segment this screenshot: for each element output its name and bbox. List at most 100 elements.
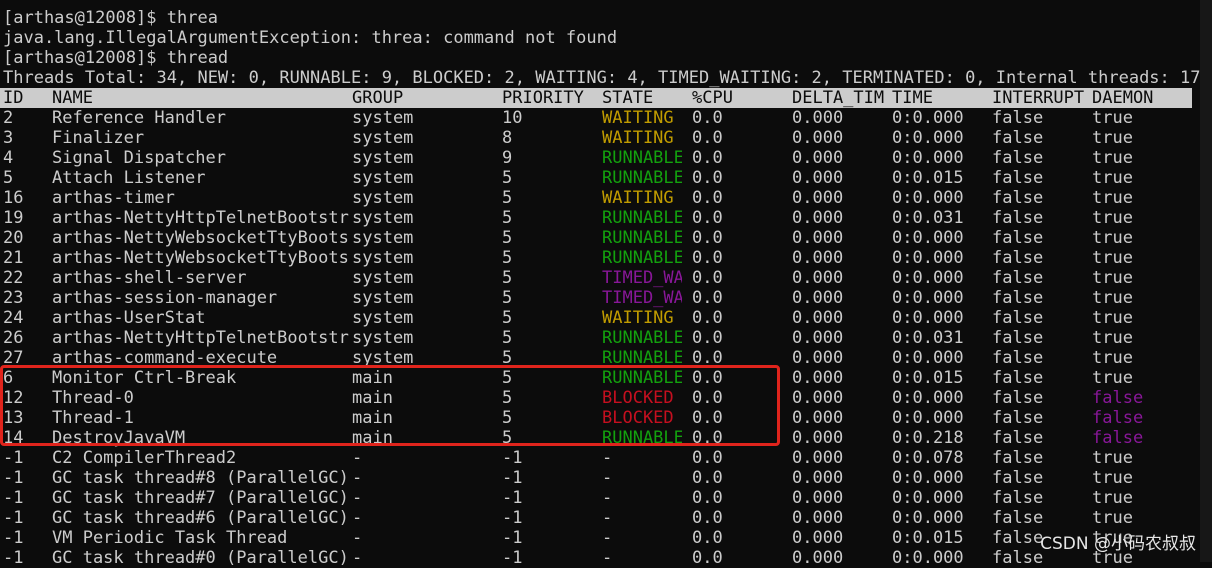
cell-priority: -1 — [502, 488, 523, 508]
cell-interrupt: false — [992, 448, 1044, 468]
cell-time: 0:0.000 — [892, 148, 964, 168]
cell-daemon: true — [1092, 128, 1133, 148]
cell-id: 19 — [3, 208, 24, 228]
cell-priority: 8 — [502, 128, 513, 148]
cell-cpu: 0.0 — [692, 108, 723, 128]
cell-cpu: 0.0 — [692, 288, 723, 308]
cell-interrupt: false — [992, 148, 1044, 168]
cell-id: 22 — [3, 268, 24, 288]
cell-cpu: 0.0 — [692, 328, 723, 348]
cell-interrupt: false — [992, 368, 1044, 388]
cell-delta-time: 0.000 — [792, 428, 844, 448]
table-row: -1 GC task thread#7 (ParallelGC) - -1-0.0 0.… — [0, 488, 1192, 508]
cell-priority: 5 — [502, 208, 513, 228]
cell-id: 2 — [3, 108, 14, 128]
cell-interrupt: false — [992, 248, 1044, 268]
header-id: ID — [3, 88, 24, 108]
cell-interrupt: false — [992, 168, 1044, 188]
cell-group: system — [352, 308, 414, 328]
cell-cpu: 0.0 — [692, 168, 723, 188]
cell-daemon: true — [1092, 328, 1133, 348]
cell-daemon: true — [1092, 148, 1133, 168]
cell-interrupt: false — [992, 468, 1044, 488]
cell-name: C2 CompilerThread2 — [52, 448, 237, 468]
threads-summary: Threads Total: 34, NEW: 0, RUNNABLE: 9, … — [3, 68, 1201, 88]
header-group: GROUP — [352, 88, 404, 108]
cell-interrupt: false — [992, 348, 1044, 368]
cell-time: 0:0.000 — [892, 308, 964, 328]
cell-time: 0:0.031 — [892, 208, 964, 228]
cell-interrupt: false — [992, 388, 1044, 408]
cell-id: 21 — [3, 248, 24, 268]
cell-daemon: false — [1092, 428, 1144, 448]
cell-priority: -1 — [502, 448, 523, 468]
cell-name: Attach Listener — [52, 168, 206, 188]
cell-delta-time: 0.000 — [792, 128, 844, 148]
cell-interrupt: false — [992, 268, 1044, 288]
cell-id: 24 — [3, 308, 24, 328]
cell-name: arthas-NettyHttpTelnetBootstr — [52, 328, 349, 348]
scrollbar[interactable] — [1200, 0, 1212, 562]
cell-delta-time: 0.000 — [792, 248, 844, 268]
cell-group: system — [352, 268, 414, 288]
cell-interrupt: false — [992, 428, 1044, 448]
cell-name: arthas-session-manager — [52, 288, 278, 308]
cell-daemon: false — [1092, 408, 1144, 428]
cell-id: 16 — [3, 188, 24, 208]
cell-priority: 10 — [502, 108, 523, 128]
table-row: 19 arthas-NettyHttpTelnetBootstr system 5 RU… — [0, 208, 1192, 228]
cell-group: system — [352, 288, 414, 308]
cell-time: 0:0.031 — [892, 328, 964, 348]
cell-time: 0:0.015 — [892, 528, 964, 548]
cell-interrupt: false — [992, 208, 1044, 228]
cell-cpu: 0.0 — [692, 208, 723, 228]
cell-time: 0:0.000 — [892, 128, 964, 148]
cell-priority: 5 — [502, 248, 513, 268]
cell-delta-time: 0.000 — [792, 528, 844, 548]
cell-delta-time: 0.000 — [792, 108, 844, 128]
cell-cpu: 0.0 — [692, 248, 723, 268]
cell-state: RUNNABLE — [602, 248, 682, 268]
cell-time: 0:0.000 — [892, 408, 964, 428]
cell-time: 0:0.000 — [892, 468, 964, 488]
cell-group: - — [352, 448, 363, 468]
terminal-window[interactable]: [arthas@12008]$ threa java.lang.IllegalA… — [0, 0, 1201, 568]
cell-delta-time: 0.000 — [792, 168, 844, 188]
table-row: 5 Attach Listener system 5 RUNNABLE 0.0 0.000 0… — [0, 168, 1192, 188]
cell-id: -1 — [3, 528, 24, 548]
cell-cpu: 0.0 — [692, 468, 723, 488]
table-row: 3 Finalizer system 8 WAITING 0.0 0.000 0:0.000 f… — [0, 128, 1192, 148]
table-row: -1 GC task thread#6 (ParallelGC) - -1-0.0 0.… — [0, 508, 1192, 528]
cell-id: 23 — [3, 288, 24, 308]
cell-daemon: true — [1092, 108, 1133, 128]
cell-name: VM Periodic Task Thread — [52, 528, 288, 548]
cell-id: 26 — [3, 328, 24, 348]
prompt-line: [arthas@12008]$ threa — [3, 8, 218, 28]
cell-delta-time: 0.000 — [792, 348, 844, 368]
error-line: java.lang.IllegalArgumentException: thre… — [3, 28, 618, 48]
cell-delta-time: 0.000 — [792, 328, 844, 348]
cell-daemon: true — [1092, 268, 1133, 288]
header-priority: PRIORITY — [502, 88, 584, 108]
cell-priority: 5 — [502, 328, 513, 348]
cell-delta-time: 0.000 — [792, 368, 844, 388]
cell-delta-time: 0.000 — [792, 208, 844, 228]
cell-state: - — [602, 448, 613, 468]
cell-interrupt: false — [992, 288, 1044, 308]
cell-delta-time: 0.000 — [792, 148, 844, 168]
header-cpu: %CPU — [692, 88, 733, 108]
cell-delta-time: 0.000 — [792, 268, 844, 288]
cell-priority: 5 — [502, 228, 513, 248]
highlight-box — [0, 365, 780, 446]
table-header: ID NAME GROUP PRIORITY STATE %CPU DELTA_… — [0, 88, 1192, 108]
table-row: -1 C2 CompilerThread2 - -1 - 0.0 0.000 0:0.078 f… — [0, 448, 1192, 468]
cell-interrupt: false — [992, 328, 1044, 348]
cell-state: RUNNABLE — [602, 148, 682, 168]
cell-time: 0:0.000 — [892, 508, 964, 528]
cell-id: 4 — [3, 148, 14, 168]
cell-group: system — [352, 188, 414, 208]
table-row: -1 GC task thread#8 (ParallelGC) - -1-0.0 0.… — [0, 468, 1192, 488]
cell-daemon: true — [1092, 188, 1133, 208]
cell-cpu: 0.0 — [692, 548, 723, 568]
cell-state: WAITING — [602, 128, 674, 148]
